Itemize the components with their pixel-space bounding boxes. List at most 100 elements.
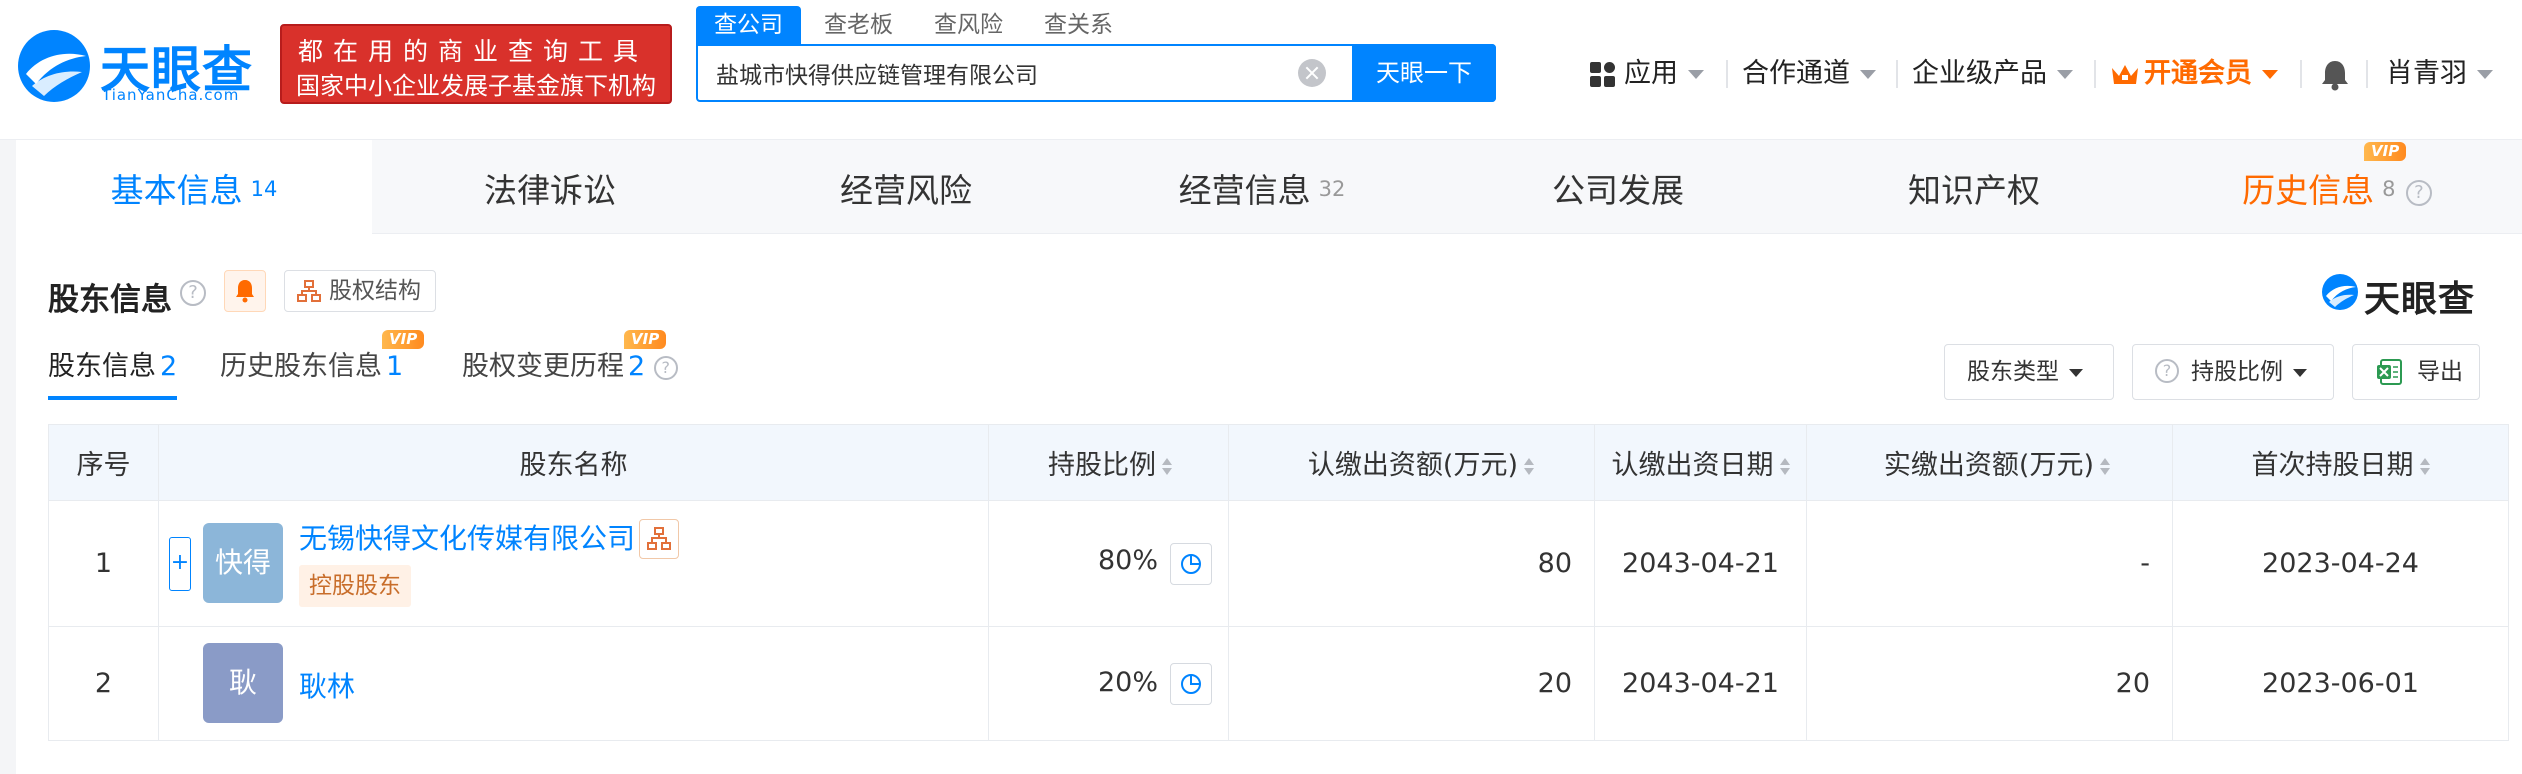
tab-label: 历史信息 <box>2242 171 2375 210</box>
shareholder-cell: 耿 耿林 <box>158 626 989 741</box>
tianyancha-logo[interactable]: 天眼查 TianYanCha.com <box>14 26 269 106</box>
column-header-label: 首次持股日期 <box>2251 450 2414 481</box>
search-input[interactable] <box>698 46 1348 100</box>
subtab-label: 历史股东信息 <box>220 351 382 382</box>
column-header-label: 实缴出资额(万元) <box>1883 450 2094 481</box>
user-menu[interactable]: 肖青羽 <box>2386 54 2493 94</box>
excel-icon <box>2377 359 2402 385</box>
nav-vip[interactable]: 开通会员 <box>2144 54 2278 94</box>
tab-operation[interactable]: 经营信息 32 <box>1084 140 1440 234</box>
row-index: 2 <box>48 626 159 741</box>
column-header-ratio[interactable]: 持股比例 <box>988 424 1229 501</box>
row-index: 1 <box>48 500 159 627</box>
tianyancha-logo-icon <box>18 30 90 102</box>
export-button[interactable]: 导出 <box>2352 344 2480 400</box>
nav-divider <box>2300 60 2302 88</box>
tab-history[interactable]: VIP 历史信息 8 ? <box>2152 140 2522 234</box>
subtab-history-shareholders[interactable]: VIP 历史股东信息 1 <box>220 330 425 400</box>
paid-amount: 20 <box>1806 626 2173 741</box>
shareholder-name-link[interactable]: 耿林 <box>299 665 355 705</box>
nav-enterprise[interactable]: 企业级产品 <box>1912 54 2073 94</box>
shareholder-table: 序号 股东名称 持股比例 认缴出资额(万元) 认缴出资日期 实缴出资额(万元) … <box>48 424 2509 741</box>
tab-ip[interactable]: 知识产权 <box>1796 140 2152 234</box>
chevron-down-icon <box>2293 368 2307 377</box>
ratio-value: 20% <box>1097 667 1158 698</box>
tab-count: 8 <box>2382 177 2396 201</box>
section-title: 股东信息 <box>48 282 172 318</box>
subtab-shareholders[interactable]: 股东信息 2 <box>48 344 178 400</box>
filter-label: 持股比例 <box>2191 359 2283 385</box>
subtab-count: 2 <box>628 351 646 382</box>
tab-count: 32 <box>1318 177 1346 201</box>
chevron-down-icon <box>2477 70 2493 79</box>
watermark-text: 天眼查 <box>2364 279 2476 320</box>
pie-chart-button[interactable] <box>1170 543 1212 585</box>
bell-icon[interactable] <box>2320 58 2350 92</box>
search-tab-risk[interactable]: 查风险 <box>934 6 1003 44</box>
pie-chart-button[interactable] <box>1170 663 1212 705</box>
column-header-first-date[interactable]: 首次持股日期 <box>2172 424 2509 501</box>
table-header-row: 序号 股东名称 持股比例 认缴出资额(万元) 认缴出资日期 实缴出资额(万元) … <box>48 424 2509 501</box>
shareholder-type-filter[interactable]: 股东类型 <box>1944 344 2114 400</box>
search-tab-relation[interactable]: 查关系 <box>1044 6 1113 44</box>
nav-apps-label: 应用 <box>1624 58 1678 89</box>
top-header: 天眼查 TianYanCha.com 都在用的商业查询工具 国家中小企业发展子基… <box>0 0 2522 140</box>
tianyancha-logo-icon <box>2322 274 2358 310</box>
tab-label: 基本信息 <box>110 171 243 210</box>
vip-badge: VIP <box>624 330 667 349</box>
subtab-label: 股权变更历程 <box>462 351 624 382</box>
ratio-value: 80% <box>1097 545 1158 576</box>
nav-divider <box>1896 60 1898 88</box>
search-box: 天眼一下 <box>696 44 1496 102</box>
company-tabs: 基本信息 14 法律诉讼 经营风险 经营信息 32 公司发展 知识产权 VIP 历史… <box>16 140 2522 234</box>
search-tab-boss[interactable]: 查老板 <box>824 6 893 44</box>
tab-legal[interactable]: 法律诉讼 <box>372 140 728 234</box>
tab-label: 经营信息 <box>1178 171 1311 210</box>
promo-line-2: 国家中小企业发展子基金旗下机构 <box>296 72 656 100</box>
help-icon[interactable]: ? <box>653 355 678 380</box>
promo-line-1: 都在用的商业查询工具 <box>298 37 649 66</box>
user-name: 肖青羽 <box>2386 58 2467 89</box>
share-ratio-filter[interactable]: ? 持股比例 <box>2132 344 2334 400</box>
subtab-count: 2 <box>160 351 178 382</box>
column-header-subscribed[interactable]: 认缴出资额(万元) <box>1228 424 1595 501</box>
tab-count: 14 <box>250 177 278 201</box>
vip-badge: VIP <box>382 330 425 349</box>
equity-structure-button[interactable]: 股权结构 <box>284 270 436 312</box>
column-header-label: 认缴出资日期 <box>1611 450 1774 481</box>
subscribed-amount: 80 <box>1228 500 1595 627</box>
equity-structure-label: 股权结构 <box>329 278 421 304</box>
tab-label: 经营风险 <box>840 171 972 210</box>
first-hold-date: 2023-04-24 <box>2172 500 2509 627</box>
nav-apps[interactable]: 应用 <box>1624 54 1704 94</box>
search-tab-company[interactable]: 查公司 <box>696 6 801 44</box>
help-icon: ? <box>2155 359 2179 383</box>
tab-development[interactable]: 公司发展 <box>1440 140 1796 234</box>
tab-basic-info[interactable]: 基本信息 14 <box>16 140 372 234</box>
column-header-label: 认缴出资额(万元) <box>1307 450 1518 481</box>
vip-badge: VIP <box>2364 142 2407 161</box>
nav-partner[interactable]: 合作通道 <box>1742 54 1876 94</box>
tab-risk[interactable]: 经营风险 <box>728 140 1084 234</box>
search-button[interactable]: 天眼一下 <box>1352 44 1496 102</box>
chevron-down-icon <box>2069 368 2083 377</box>
help-icon[interactable]: ? <box>2405 179 2432 206</box>
ratio-cell: 20% <box>988 626 1229 741</box>
subtab-equity-changes[interactable]: VIP 股权变更历程 2 ? <box>462 330 678 400</box>
help-icon[interactable]: ? <box>180 280 206 306</box>
sort-icon <box>1779 457 1790 476</box>
expand-button[interactable]: + <box>169 537 191 591</box>
column-header-sub-date[interactable]: 认缴出资日期 <box>1594 424 1807 501</box>
equity-structure-mini-button[interactable] <box>639 519 679 559</box>
monitor-bell-button[interactable] <box>224 270 266 312</box>
subscribed-date: 2043-04-21 <box>1594 500 1807 627</box>
shareholder-name-link[interactable]: 无锡快得文化传媒有限公司 <box>299 517 635 557</box>
logo-domain: TianYanCha.com <box>102 86 240 104</box>
pie-chart-icon <box>1181 674 1201 694</box>
nav-enterprise-label: 企业级产品 <box>1912 58 2047 89</box>
clear-icon[interactable] <box>1298 59 1326 87</box>
subscribed-amount: 20 <box>1228 626 1595 741</box>
promo-banner[interactable]: 都在用的商业查询工具 国家中小企业发展子基金旗下机构 <box>280 24 672 104</box>
column-header-paid[interactable]: 实缴出资额(万元) <box>1806 424 2173 501</box>
subtab-label: 股东信息 <box>48 351 156 382</box>
